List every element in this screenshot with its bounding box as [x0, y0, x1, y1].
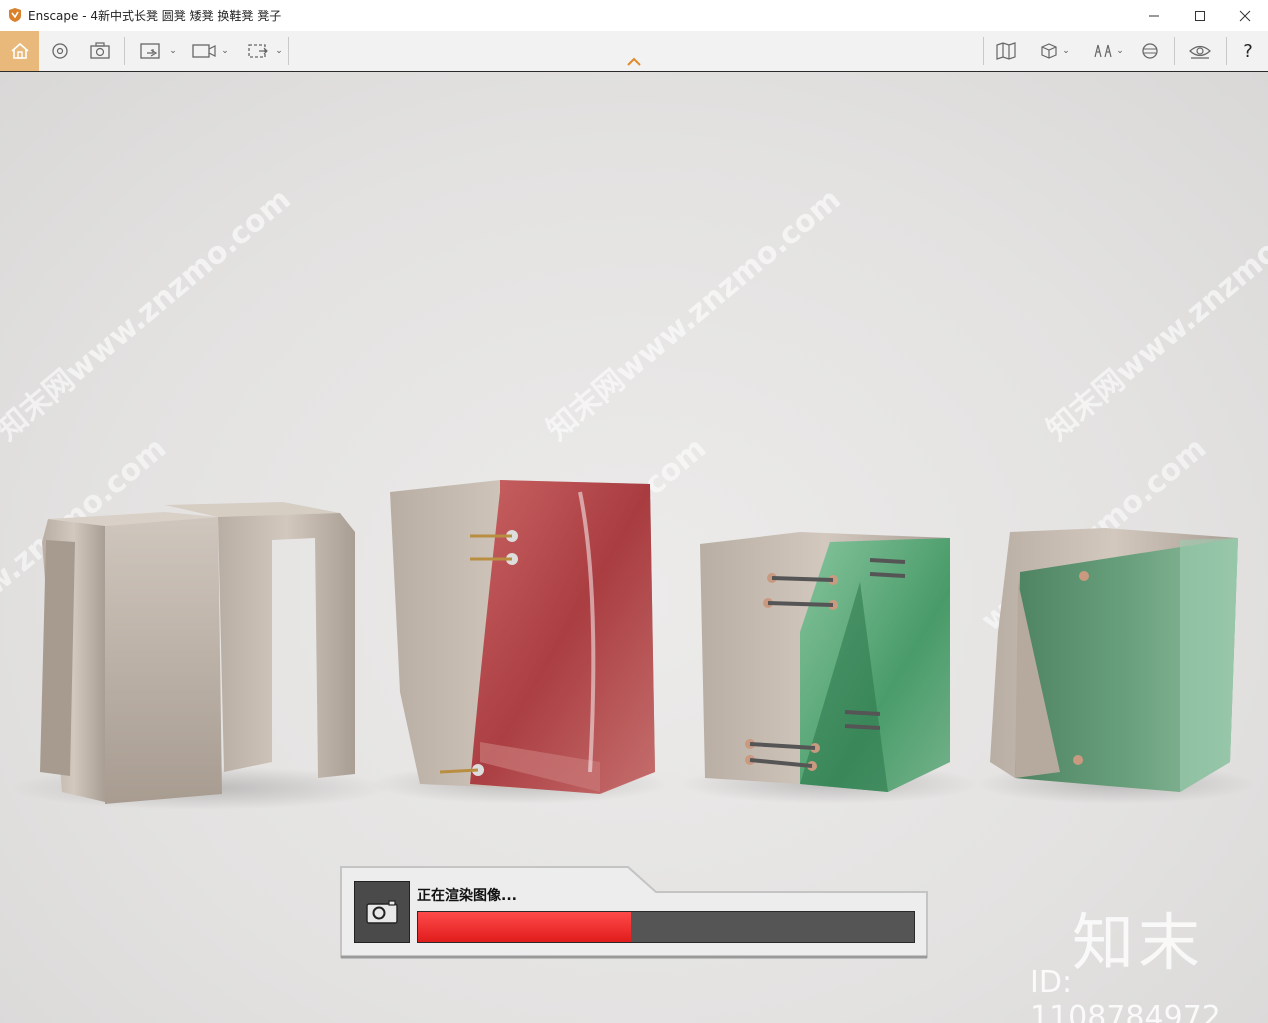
screenshot-icon	[90, 42, 110, 59]
capture-icon	[140, 43, 160, 59]
camera-icon	[354, 881, 410, 943]
batch-button[interactable]: ⌄	[240, 33, 288, 69]
window-title: Enscape - 4新中式长凳 圆凳 矮凳 换鞋凳 凳子	[28, 9, 282, 23]
watermark: 知末网www.znzmo.com	[0, 182, 298, 448]
map-button[interactable]	[990, 33, 1022, 69]
chevron-down-icon: ⌄	[1116, 46, 1124, 56]
render-viewport[interactable]: 知末网www.znzmo.com 知末网www.znzmo.com 知末网www…	[0, 72, 1268, 1023]
view-button[interactable]: ⌄	[1084, 33, 1132, 69]
chevron-up-icon[interactable]	[626, 57, 642, 67]
render-progress-bar	[417, 911, 915, 943]
home-button[interactable]	[0, 31, 39, 71]
minimize-button[interactable]	[1131, 0, 1177, 31]
video-icon	[192, 44, 216, 58]
wooden-stool	[40, 502, 355, 804]
render-progress-panel: 正在渲染图像...	[338, 863, 930, 961]
eye-button[interactable]	[1184, 33, 1216, 69]
eye-icon	[1189, 45, 1211, 59]
render-status-text: 正在渲染图像...	[417, 888, 517, 904]
render-progress-fill	[418, 912, 632, 942]
chevron-down-icon: ⌄	[275, 46, 283, 56]
view-icon	[1094, 44, 1112, 58]
video-button[interactable]: ⌄	[186, 33, 234, 69]
orbit-button[interactable]	[46, 33, 74, 69]
help-button[interactable]: ?	[1234, 33, 1262, 69]
minimize-icon	[1149, 15, 1159, 16]
cube-button[interactable]: ⌄	[1030, 33, 1078, 69]
green-resin-stool	[990, 528, 1238, 792]
watermark: 知末网www.znzmo.com	[1040, 182, 1268, 448]
map-icon	[996, 42, 1016, 60]
screenshot-button[interactable]	[86, 33, 114, 69]
home-icon	[10, 42, 29, 59]
sun-icon	[1142, 43, 1158, 59]
red-resin-stool	[390, 480, 655, 794]
maximize-button[interactable]	[1177, 0, 1223, 31]
green-glass-stool	[700, 532, 950, 792]
chevron-down-icon: ⌄	[1062, 46, 1070, 56]
orbit-icon	[52, 43, 68, 59]
title-bar: Enscape - 4新中式长凳 圆凳 矮凳 换鞋凳 凳子	[0, 0, 1268, 31]
capture-button[interactable]: ⌄	[134, 33, 182, 69]
chevron-down-icon: ⌄	[221, 46, 229, 56]
cube-icon	[1041, 43, 1057, 59]
enscape-logo-icon	[9, 8, 21, 22]
batch-icon	[248, 44, 269, 58]
watermark: 知末网www.znzmo.com	[540, 182, 847, 448]
close-button[interactable]	[1222, 0, 1268, 31]
sun-button[interactable]	[1136, 33, 1164, 69]
brand-id: ID: 1108784972	[1030, 965, 1221, 1023]
chevron-down-icon: ⌄	[169, 46, 177, 56]
maximize-icon	[1195, 10, 1205, 21]
close-icon	[1239, 10, 1251, 21]
